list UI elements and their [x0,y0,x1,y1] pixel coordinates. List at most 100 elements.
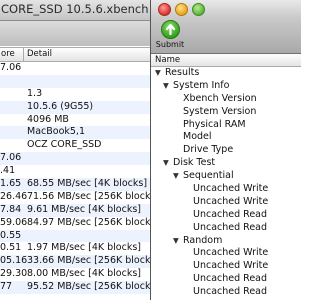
outline-item-label: System Version [183,105,257,117]
results-table-body: 7.06 1.3 10.5.6 (9G55) 4096 MB MacBook5,1 OCZ… [0,62,150,295]
outline-item-label: Results [165,67,200,78]
table-row[interactable]: 77 95.52 MB/sec [256K blocks] [0,281,150,295]
minimize-button[interactable] [175,3,188,16]
outline-item[interactable]: Xbench Version [151,93,301,106]
detail-cell: 8.00 MB/sec [4K blocks] [27,268,141,280]
table-row[interactable]: 26.46 71.56 MB/sec [256K blocks] [0,191,150,204]
detail-cell: OCZ CORE_SSD [27,139,102,151]
score-cell: 1.65 [0,178,22,190]
score-cell: .41 [0,165,16,177]
detail-cell: 10.5.6 (9G55) [27,100,94,112]
window-toolbar: Submit [151,18,301,54]
zoom-button[interactable] [192,3,205,16]
score-cell: 77 [0,281,13,293]
submit-arrow-icon [161,20,180,39]
results-document-window: CORE_SSD 10.5.6.xbench ore Detail 7.06 1.… [0,0,150,300]
outline-item[interactable]: Uncached Read [151,222,301,235]
score-cell: 0.51 [0,242,22,254]
outline-item[interactable]: Drive Type [151,144,301,157]
outline-column-header[interactable]: Name [151,54,301,67]
outline-item-label: Random [183,234,223,246]
outline-item[interactable]: Uncached Write [151,247,301,260]
outline-item[interactable]: Uncached Read [151,209,301,222]
outline-item[interactable]: Uncached Write [151,183,301,196]
outline-item-label: Disk Test [173,157,216,169]
disclosure-triangle-icon[interactable]: ▼ [155,67,161,80]
detail-cell: 33.66 MB/sec [256K blocks] [27,255,150,267]
outline-item[interactable]: Uncached Write [151,260,301,273]
name-column-header[interactable]: Name [155,54,180,66]
table-row[interactable]: 59.06 84.97 MB/sec [256K blocks] [0,217,150,230]
close-button[interactable] [158,3,171,16]
score-cell: 26.46 [0,190,28,202]
detail-cell: 68.55 MB/sec [4K blocks] [27,178,148,190]
score-cell: 59.06 [0,216,28,228]
table-row[interactable]: 29.30 8.00 MB/sec [4K blocks] [0,268,150,281]
submit-label: Submit [155,40,185,49]
outline-item-label: Model [183,131,212,143]
score-cell: 05.16 [0,255,28,267]
outline-item[interactable]: System Version [151,106,301,119]
score-column-header[interactable]: ore [0,48,23,61]
outline-item[interactable]: Model [151,131,301,144]
document-title: CORE_SSD 10.5.6.xbench [1,2,149,16]
results-table-header: ore Detail [0,47,150,62]
table-row[interactable]: 7.84 9.61 MB/sec [4K blocks] [0,203,150,217]
detail-cell: 9.61 MB/sec [4K blocks] [27,203,141,215]
outline-item-label: System Info [173,79,230,91]
detail-column-header[interactable]: Detail [27,48,52,61]
outline-item[interactable]: ▼ Random [151,235,301,248]
outline-item[interactable]: Uncached Read [151,273,301,286]
outline-item-label: Uncached Write [193,183,269,195]
outline-item-label: Uncached Write [193,195,269,207]
outline-item-label: Uncached Write [193,260,269,272]
disclosure-triangle-icon[interactable]: ▼ [163,157,169,170]
outline-item[interactable]: ▼ Sequential [151,170,301,183]
disclosure-triangle-icon[interactable]: ▼ [173,170,179,183]
outline-item-label: Uncached Write [193,247,269,259]
detail-cell: 1.97 MB/sec [4K blocks] [27,242,141,254]
table-row[interactable]: 0.55 [0,229,150,243]
table-row[interactable]: 0.51 1.97 MB/sec [4K blocks] [0,242,150,255]
score-cell: 0.55 [0,229,22,241]
score-cell: 7.06 [0,152,22,164]
detail-cell: MacBook5,1 [27,126,85,138]
table-row[interactable]: 05.16 33.66 MB/sec [256K blocks] [0,255,150,269]
disclosure-triangle-icon[interactable]: ▼ [163,80,169,93]
detail-cell: 95.52 MB/sec [256K blocks] [27,281,150,293]
disclosure-triangle-icon[interactable]: ▼ [173,235,179,248]
window-title-bar[interactable] [151,0,301,18]
detail-cell: 1.3 [27,87,43,99]
table-row[interactable]: .41 [0,165,150,178]
score-cell: 29.30 [0,268,28,280]
table-row[interactable]: 1.3 [0,88,150,101]
table-row[interactable] [0,74,150,88]
outline-item-label: Sequential [183,170,234,182]
outline-item-label: Uncached Read [193,208,268,220]
document-title-bar[interactable]: CORE_SSD 10.5.6.xbench [0,0,150,21]
outline-item[interactable]: Uncached Write [151,196,301,209]
score-cell: 7.06 [0,62,22,73]
detail-cell: 71.56 MB/sec [256K blocks] [27,190,150,202]
score-cell: 7.84 [0,203,22,215]
outline-item[interactable]: Physical RAM [151,119,301,132]
document-toolbar [0,21,150,46]
outline-item-label: Uncached Read [193,221,268,233]
outline-item-label: Drive Type [183,144,234,156]
submit-button[interactable]: Submit [153,20,187,52]
table-row[interactable]: OCZ CORE_SSD [0,139,150,152]
outline-item[interactable]: Uncached Read [151,286,301,299]
column-divider[interactable] [23,48,24,61]
outline-item[interactable]: ▼ Disk Test [151,157,301,170]
outline-item[interactable]: ▼ System Info [151,80,301,93]
outline-item-label: Uncached Read [193,286,268,298]
outline-item[interactable]: ▼ Results [151,67,301,80]
table-row[interactable]: MacBook5,1 [0,126,150,140]
outline-item-label: Physical RAM [183,118,246,130]
table-row[interactable]: 7.06 [0,62,150,75]
table-row[interactable]: 7.06 [0,152,150,166]
detail-cell: 4096 MB [27,113,69,125]
table-row[interactable]: 10.5.6 (9G55) [0,100,150,114]
table-row[interactable]: 1.65 68.55 MB/sec [4K blocks] [0,178,150,191]
table-row[interactable]: 4096 MB [0,114,150,127]
